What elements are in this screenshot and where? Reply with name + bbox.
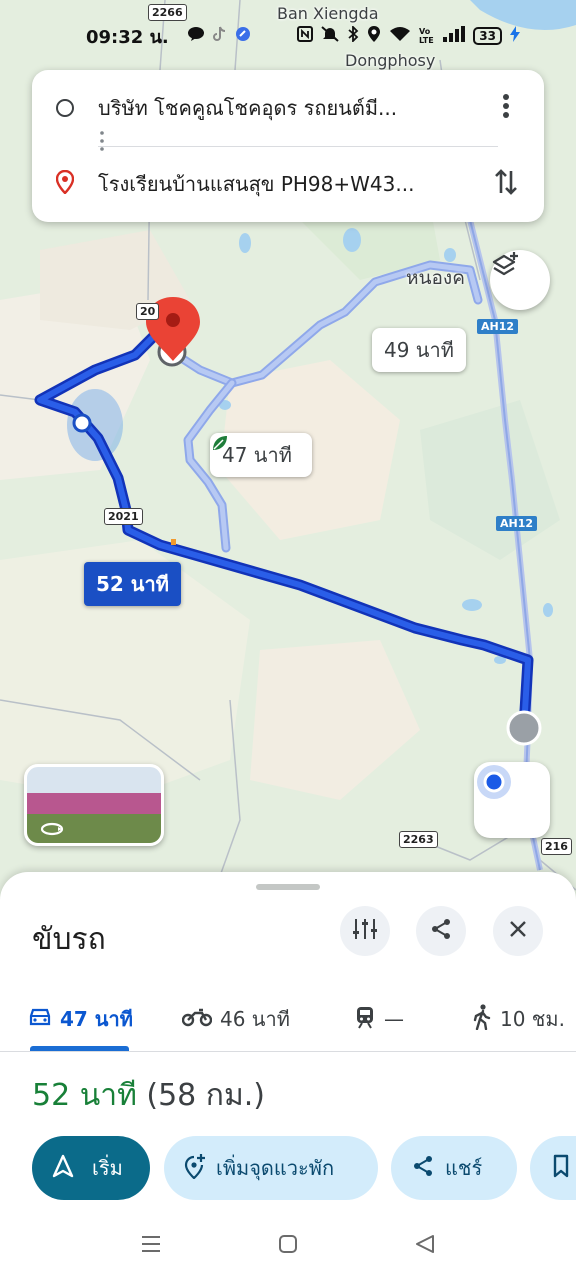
tab-label: 46 นาที: [220, 1007, 290, 1031]
map-place-label: หนองค: [406, 267, 465, 289]
wifi-icon: [389, 26, 411, 46]
card-divider: [98, 146, 498, 147]
primary-route-label[interactable]: 52 นาที: [84, 562, 181, 606]
road-shield: 2263: [399, 831, 438, 848]
add-stop-button[interactable]: เพิ่มจุดแวะพัก: [164, 1136, 378, 1200]
layers-button[interactable]: [490, 250, 550, 310]
highway-shield: AH12: [496, 516, 538, 531]
bluetooth-icon: [347, 24, 359, 46]
share-button[interactable]: แชร์: [391, 1136, 517, 1200]
car-icon: [28, 1007, 52, 1032]
back-button[interactable]: [414, 1234, 436, 1258]
swap-vert-icon: [493, 167, 519, 201]
system-navigation-bar: [0, 1224, 576, 1264]
train-icon: [354, 1005, 376, 1034]
volte-icon: Vo LTE: [419, 26, 435, 47]
tab-label: —: [384, 1007, 404, 1031]
app-notification-icon: [235, 26, 251, 46]
directions-sheet: ขับรถ 47 นาที 46 นาที — 10 ชม. 52 นาที (…: [0, 872, 576, 1280]
route-duration: 52 นาที: [32, 1078, 137, 1113]
battery-indicator: 33: [473, 27, 502, 45]
destination-field[interactable]: โรงเรียนบ้านแสนสุข PH98+W43...: [32, 154, 544, 214]
origin-circle-icon: [56, 99, 74, 117]
origin-field[interactable]: บริษัท โชคคูณโชคอุดร รถยนต์มี...: [32, 78, 544, 138]
mute-icon: [321, 26, 339, 46]
share-label: แชร์: [445, 1156, 483, 1180]
swap-route-button[interactable]: [486, 164, 526, 204]
more-vert-icon: [502, 93, 510, 123]
my-location-button[interactable]: [474, 762, 550, 838]
back-triangle-icon: [414, 1235, 436, 1258]
svg-text:LTE: LTE: [419, 36, 434, 44]
tab-label: 47 นาที: [60, 1007, 133, 1031]
walking-icon: [472, 1003, 492, 1035]
tab-label: 10 ชม.: [500, 1007, 565, 1031]
charging-icon: [510, 26, 520, 46]
start-label: เริ่ม: [92, 1156, 123, 1180]
route-duration: 49 นาที: [384, 338, 454, 362]
tab-car[interactable]: 47 นาที: [28, 994, 133, 1044]
tab-motorbike[interactable]: 46 นาที: [181, 994, 290, 1044]
start-navigation-button[interactable]: เริ่ม: [32, 1136, 150, 1200]
motorbike-icon: [181, 1007, 213, 1032]
tab-walk[interactable]: 10 ชม.: [472, 994, 565, 1044]
route-input-card: บริษัท โชคคูณโชคอุดร รถยนต์มี... โรงเรีย…: [32, 70, 544, 222]
recent-apps-button[interactable]: [140, 1234, 162, 1258]
route-duration: 47 นาที: [222, 443, 292, 467]
route-summary: 52 นาที (58 กม.): [32, 1072, 265, 1119]
street-view-thumbnail[interactable]: [24, 764, 164, 846]
highway-shield: AH12: [477, 319, 519, 334]
signal-icon: [443, 26, 466, 46]
active-tab-indicator: [30, 1046, 129, 1051]
road-shield: 2021: [104, 508, 143, 525]
home-button[interactable]: [278, 1234, 298, 1258]
more-options-button[interactable]: [486, 88, 526, 128]
sheet-drag-handle[interactable]: [256, 884, 320, 890]
home-square-icon: [278, 1235, 298, 1258]
route-duration: 52 นาที: [96, 572, 169, 596]
travel-mode-tabs: 47 นาที 46 นาที — 10 ชม.: [0, 984, 576, 1052]
add-stop-label: เพิ่มจุดแวะพัก: [216, 1156, 335, 1180]
share-route-button[interactable]: [416, 906, 466, 956]
status-bar: 09:32 น. Vo LTE 33: [0, 0, 576, 72]
tiktok-icon: [212, 26, 227, 46]
status-time: 09:32 น.: [86, 26, 169, 48]
tab-transit[interactable]: —: [354, 994, 404, 1044]
save-button[interactable]: [530, 1136, 576, 1200]
alt-route-49-label[interactable]: 49 นาที: [372, 328, 466, 372]
road-shield: 216: [541, 838, 572, 855]
route-distance: (58 กม.): [146, 1078, 265, 1113]
route-options-button[interactable]: [340, 906, 390, 956]
line-app-icon: [187, 26, 205, 46]
alt-route-47-label[interactable]: 47 นาที: [210, 433, 312, 477]
menu-lines-icon: [140, 1236, 162, 1258]
sheet-title: ขับรถ: [32, 922, 106, 957]
tune-icon: [352, 917, 378, 945]
location-status-icon: [367, 25, 381, 47]
destination-pin-icon: [55, 169, 75, 198]
share-icon: [429, 917, 453, 945]
add-location-icon: [184, 1153, 206, 1184]
road-shield: 20: [136, 303, 160, 320]
svg-text:Vo: Vo: [419, 27, 431, 36]
destination-text: โรงเรียนบ้านแสนสุข PH98+W43...: [98, 172, 415, 196]
nfc-icon: [297, 26, 314, 46]
origin-text: บริษัท โชคคูณโชคอุดร รถยนต์มี...: [98, 96, 398, 120]
bookmark-icon: [552, 1154, 570, 1183]
close-icon: [508, 919, 528, 943]
navigation-arrow-icon: [52, 1154, 74, 1183]
share-icon: [411, 1154, 435, 1183]
close-button[interactable]: [493, 906, 543, 956]
